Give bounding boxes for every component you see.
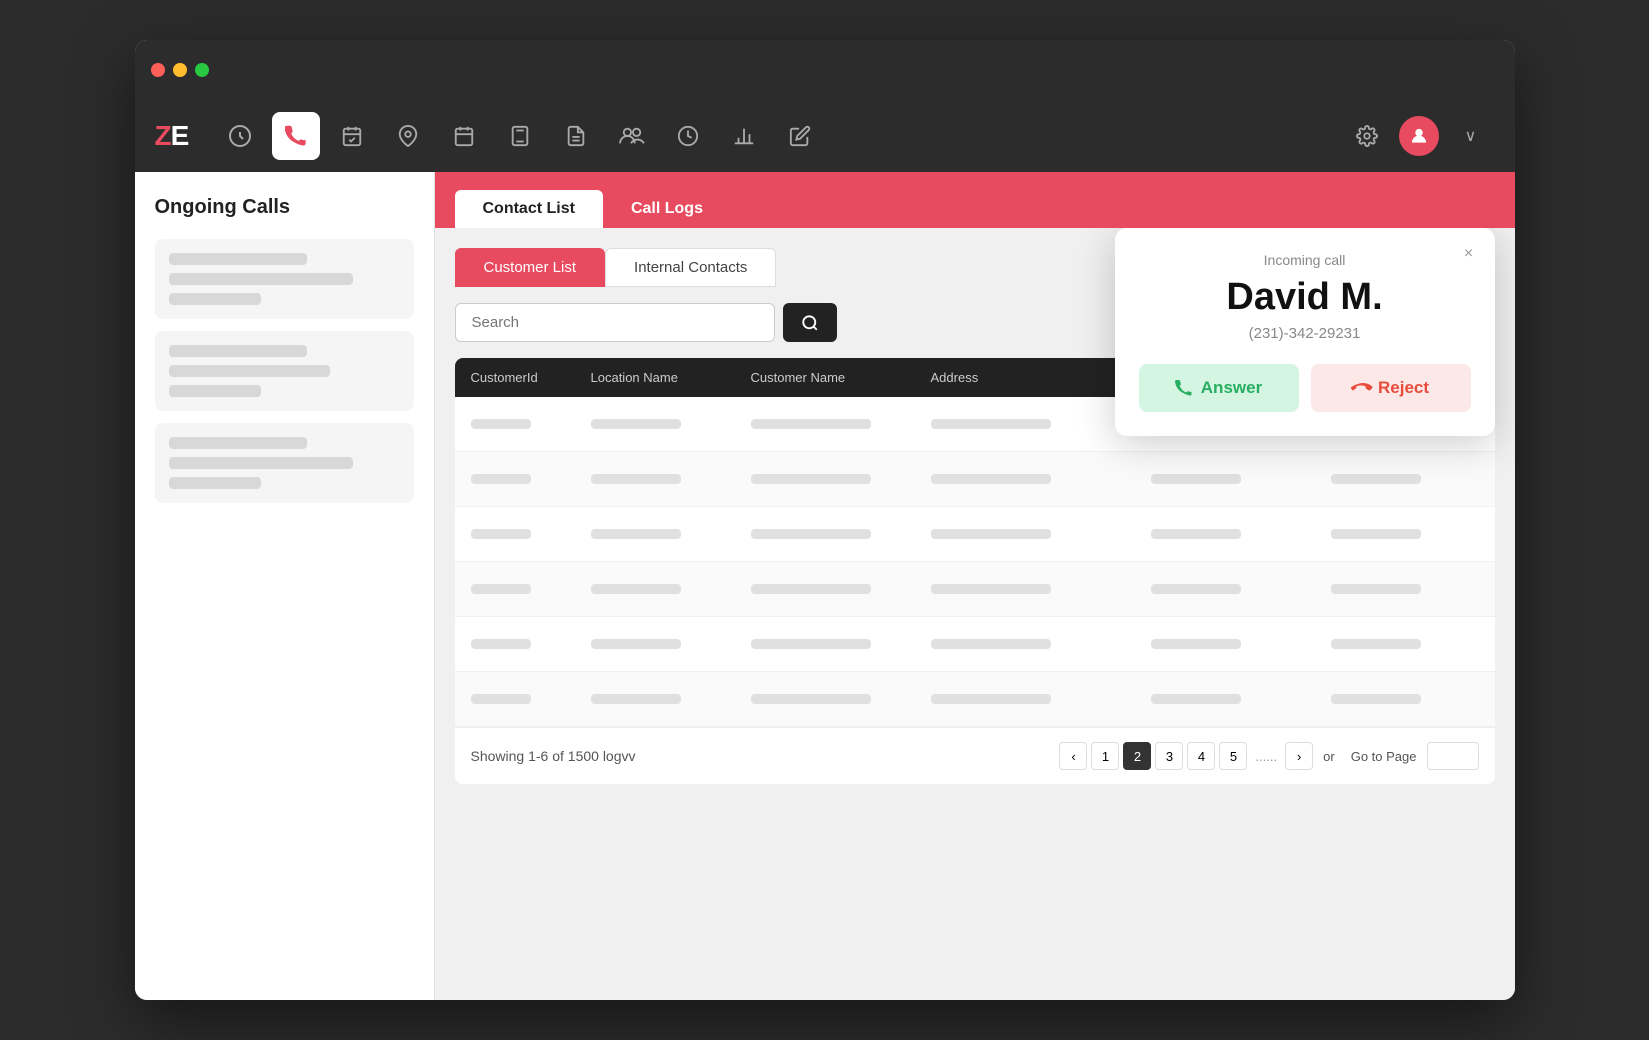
mac-window: ZE	[135, 40, 1515, 1000]
content-body: Customer List Internal Contacts Customer…	[435, 228, 1515, 1000]
team-nav-icon[interactable]	[608, 112, 656, 160]
caller-number: (231)-342-29231	[1139, 325, 1471, 342]
reject-label: Reject	[1378, 378, 1429, 398]
skeleton-line	[169, 437, 308, 449]
calendar-check-icon[interactable]	[328, 112, 376, 160]
header-customerName: Customer Name	[751, 370, 931, 385]
table-row	[455, 672, 1495, 727]
header-customerId: CustomerId	[471, 370, 591, 385]
settings-icon[interactable]	[1343, 112, 1391, 160]
ongoing-call-card-2	[155, 331, 414, 411]
page-dots: ......	[1255, 749, 1277, 764]
page-1-button[interactable]: 1	[1091, 742, 1119, 770]
call-actions: Answer Reject	[1139, 364, 1471, 412]
skeleton-line	[169, 457, 354, 469]
answer-button[interactable]: Answer	[1139, 364, 1299, 412]
reject-button[interactable]: Reject	[1311, 364, 1471, 412]
table-row	[455, 452, 1495, 507]
chart-nav-icon[interactable]	[720, 112, 768, 160]
page-4-button[interactable]: 4	[1187, 742, 1215, 770]
main-tabs-bar: Contact List Call Logs	[435, 172, 1515, 228]
caller-name: David M.	[1139, 276, 1471, 319]
speedometer-icon[interactable]	[216, 112, 264, 160]
header-locationName: Location Name	[591, 370, 751, 385]
pagination-info: Showing 1-6 of 1500 logvv	[471, 748, 636, 764]
location-nav-icon[interactable]	[384, 112, 432, 160]
document-nav-icon[interactable]	[552, 112, 600, 160]
tab-call-logs[interactable]: Call Logs	[603, 190, 731, 228]
minimize-traffic-light[interactable]	[173, 63, 187, 77]
chevron-down-icon[interactable]: ∨	[1447, 112, 1495, 160]
modal-close-button[interactable]: ×	[1457, 242, 1481, 266]
goto-input[interactable]	[1427, 742, 1479, 770]
page-5-button[interactable]: 5	[1219, 742, 1247, 770]
incoming-call-label: Incoming call	[1139, 252, 1471, 268]
edit-nav-icon[interactable]	[776, 112, 824, 160]
incoming-call-modal: × Incoming call David M. (231)-342-29231…	[1115, 228, 1495, 436]
sidebar: Ongoing Calls	[135, 172, 435, 1000]
maximize-traffic-light[interactable]	[195, 63, 209, 77]
tab-contact-list[interactable]: Contact List	[455, 190, 603, 228]
table-row	[455, 562, 1495, 617]
prev-page-button[interactable]: ‹	[1059, 742, 1087, 770]
page-2-button[interactable]: 2	[1123, 742, 1151, 770]
sidebar-title: Ongoing Calls	[155, 196, 414, 219]
skeleton-line	[169, 253, 308, 265]
page-3-button[interactable]: 3	[1155, 742, 1183, 770]
pagination-controls: ‹ 1 2 3 4 5 ...... › or Go to Page	[1059, 742, 1478, 770]
table-row	[455, 507, 1495, 562]
skeleton-line	[169, 273, 354, 285]
next-page-button[interactable]: ›	[1285, 742, 1313, 770]
or-label: or	[1323, 749, 1335, 764]
phone-nav-icon[interactable]	[272, 112, 320, 160]
calendar-nav-icon[interactable]	[440, 112, 488, 160]
traffic-lights	[151, 63, 209, 77]
app-logo: ZE	[155, 120, 189, 152]
search-button[interactable]	[783, 303, 837, 342]
nav-bar: ZE	[135, 100, 1515, 172]
skeleton-line	[169, 477, 261, 489]
pagination-bar: Showing 1-6 of 1500 logvv ‹ 1 2 3 4 5 ..…	[455, 727, 1495, 784]
close-traffic-light[interactable]	[151, 63, 165, 77]
skeleton-line	[169, 293, 261, 305]
skeleton-line	[169, 385, 261, 397]
sub-tab-customer-list[interactable]: Customer List	[455, 248, 606, 287]
goto-label: Go to Page	[1351, 749, 1417, 764]
search-input[interactable]	[455, 303, 775, 342]
content-area: Contact List Call Logs Customer List Int…	[435, 172, 1515, 1000]
user-avatar[interactable]	[1399, 116, 1439, 156]
sub-tab-internal-contacts[interactable]: Internal Contacts	[605, 248, 776, 287]
ongoing-call-card-3	[155, 423, 414, 503]
clock-nav-icon[interactable]	[664, 112, 712, 160]
main-content: Ongoing Calls Contact List Cal	[135, 172, 1515, 1000]
skeleton-line	[169, 365, 331, 377]
answer-label: Answer	[1201, 378, 1262, 398]
skeleton-line	[169, 345, 308, 357]
titlebar	[135, 40, 1515, 100]
table-row	[455, 617, 1495, 672]
calculator-nav-icon[interactable]	[496, 112, 544, 160]
ongoing-call-card-1	[155, 239, 414, 319]
